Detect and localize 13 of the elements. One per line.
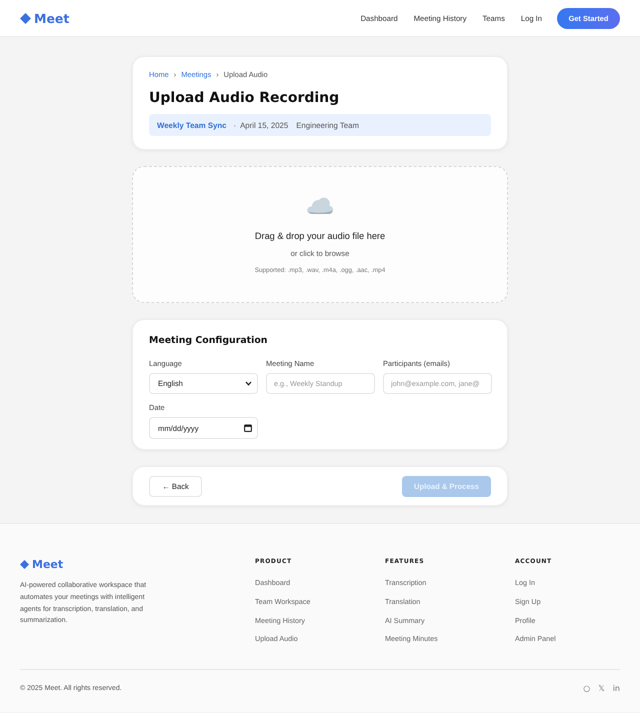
- footer-logo-link[interactable]: Meet: [20, 558, 64, 571]
- chevron-down-icon: [245, 381, 252, 386]
- dropzone-title: Drag & drop your audio file here: [254, 230, 386, 242]
- cloud-icon: [306, 196, 334, 215]
- page-title: Upload Audio Recording: [149, 89, 340, 107]
- diamond-icon: [20, 560, 29, 569]
- social-link[interactable]: 𝕏: [598, 684, 605, 694]
- social-link[interactable]: ○: [583, 684, 590, 694]
- social-link[interactable]: in: [612, 684, 620, 694]
- section-title: Meeting Configuration: [149, 334, 268, 347]
- calendar-icon: [244, 424, 252, 432]
- diamond-icon: [20, 12, 31, 24]
- logo-link[interactable]: Meet: [20, 10, 70, 26]
